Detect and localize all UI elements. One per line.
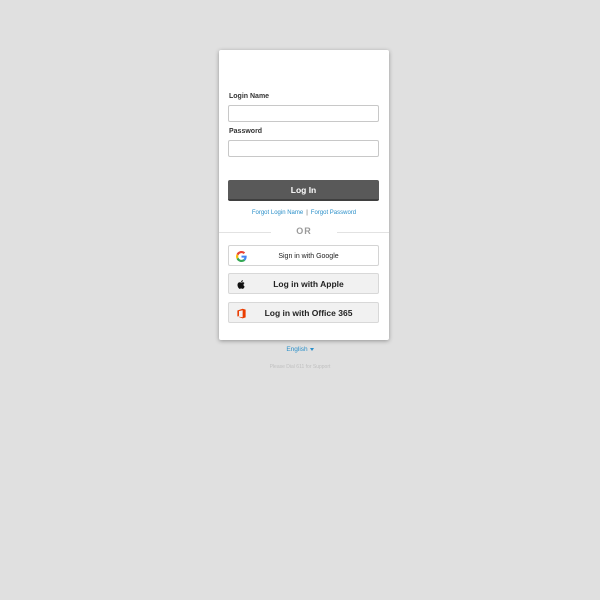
or-divider: OR — [219, 226, 389, 238]
or-text: OR — [296, 226, 312, 236]
login-name-label: Login Name — [229, 93, 270, 100]
log-in-with-office-365-button[interactable]: Log in with Office 365 — [228, 302, 379, 323]
google-button-label: Sign in with Google — [278, 253, 339, 260]
forgot-links: Forgot Login Name | Forgot Password — [219, 210, 389, 216]
login-name-input[interactable] — [228, 105, 379, 122]
language-selector[interactable]: English — [0, 346, 600, 353]
sign-in-with-google-button[interactable]: Sign in with Google — [228, 245, 379, 266]
login-card: Login Name Password Log In Forgot Login … — [219, 50, 389, 340]
office-button-label: Log in with Office 365 — [264, 308, 353, 318]
apple-button-label: Log in with Apple — [273, 279, 344, 289]
forgot-password-link[interactable]: Forgot Password — [311, 210, 356, 216]
log-in-button[interactable]: Log In — [228, 180, 379, 201]
password-input[interactable] — [228, 140, 379, 157]
log-in-with-apple-button[interactable]: Log in with Apple — [228, 273, 379, 294]
chevron-down-icon — [309, 347, 314, 351]
password-label: Password — [229, 128, 263, 135]
links-separator: | — [306, 210, 308, 216]
support-text: Please Dial 611 for Support — [269, 364, 331, 370]
forgot-login-name-link[interactable]: Forgot Login Name — [252, 210, 303, 216]
language-label: English — [286, 346, 308, 353]
